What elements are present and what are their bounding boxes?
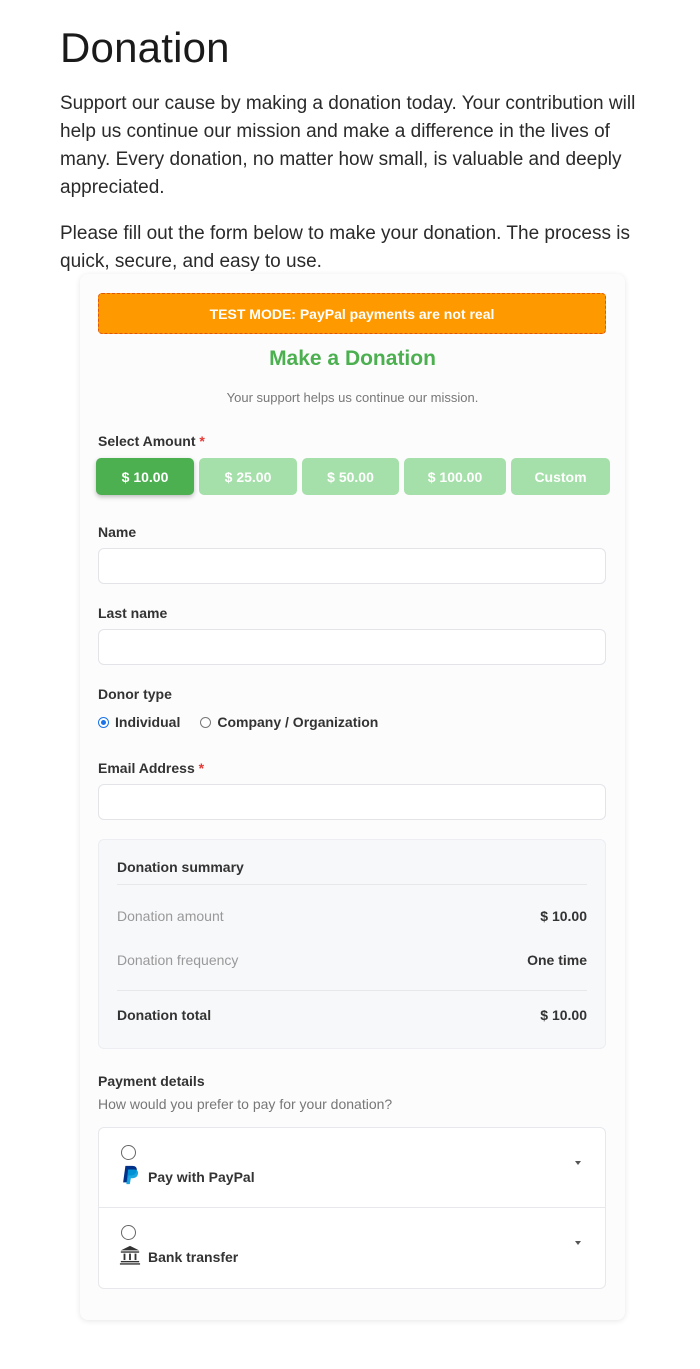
form-subheading: Your support helps us continue our missi… [226, 390, 479, 405]
donor-type-options: Individual Company / Organization [98, 714, 378, 730]
page-title: Donation [60, 24, 230, 71]
payment-option-paypal[interactable]: Pay with PayPal [99, 1128, 605, 1208]
summary-title: Donation summary [117, 859, 244, 875]
email-label: Email Address * [98, 760, 204, 776]
required-mark: * [198, 760, 205, 776]
paypal-label[interactable]: Pay with PayPal [148, 1169, 255, 1185]
donor-type-company-radio[interactable] [200, 716, 212, 728]
chevron-down-icon[interactable] [575, 1161, 581, 1165]
payment-details-subtitle: How would you prefer to pay for your don… [98, 1096, 393, 1112]
amount-option-100[interactable]: $ 100.00 [404, 458, 506, 495]
amount-option-25[interactable]: $ 25.00 [199, 458, 297, 495]
payment-options: Pay with PayPal Bank transfer [98, 1127, 606, 1289]
last-name-label: Last name [98, 605, 168, 621]
amount-label: Select Amount * [98, 433, 205, 449]
summary-total-label: Donation total [117, 1007, 212, 1023]
summary-amount-value: $ 10.00 [540, 908, 587, 924]
donation-form-card: TEST MODE: PayPal payments are not real … [80, 274, 625, 1320]
required-mark: * [199, 433, 205, 449]
amount-option-10[interactable]: $ 10.00 [96, 458, 194, 495]
intro-paragraph: Support our cause by making a donation t… [60, 93, 636, 198]
test-mode-banner: TEST MODE: PayPal payments are not real [98, 293, 606, 334]
paypal-icon [123, 1165, 139, 1185]
donation-summary: Donation summary Donation amount $ 10.00… [98, 839, 606, 1049]
name-input[interactable] [98, 548, 606, 584]
summary-frequency-value: One time [527, 952, 587, 968]
last-name-input[interactable] [98, 629, 606, 665]
amount-label-text: Select Amount [98, 433, 196, 449]
summary-divider [117, 990, 587, 991]
summary-divider [117, 884, 587, 885]
donor-type-label: Donor type [98, 686, 172, 702]
payment-details-title: Payment details [98, 1073, 205, 1089]
email-label-text: Email Address [98, 760, 195, 776]
amount-options: $ 10.00 $ 25.00 $ 50.00 $ 100.00 Custom [96, 458, 610, 495]
donor-type-individual-label[interactable]: Individual [115, 714, 180, 730]
payment-option-bank-transfer[interactable]: Bank transfer [99, 1208, 605, 1288]
email-input[interactable] [98, 784, 606, 820]
summary-frequency-label: Donation frequency [117, 952, 239, 968]
summary-amount-label: Donation amount [117, 908, 224, 924]
bank-icon [119, 1245, 141, 1265]
name-label: Name [98, 524, 137, 540]
bank-transfer-label[interactable]: Bank transfer [148, 1249, 238, 1265]
amount-option-custom[interactable]: Custom [511, 458, 610, 495]
chevron-down-icon[interactable] [575, 1241, 581, 1245]
donor-type-individual-radio[interactable] [98, 716, 109, 728]
paypal-radio[interactable] [121, 1145, 136, 1160]
form-instructions-paragraph: Please fill out the form below to make y… [60, 223, 630, 272]
amount-option-50[interactable]: $ 50.00 [302, 458, 399, 495]
summary-total-value: $ 10.00 [540, 1007, 587, 1023]
form-heading: Make a Donation [269, 347, 436, 370]
donor-type-company-label[interactable]: Company / Organization [217, 714, 378, 730]
bank-transfer-radio[interactable] [121, 1225, 136, 1240]
